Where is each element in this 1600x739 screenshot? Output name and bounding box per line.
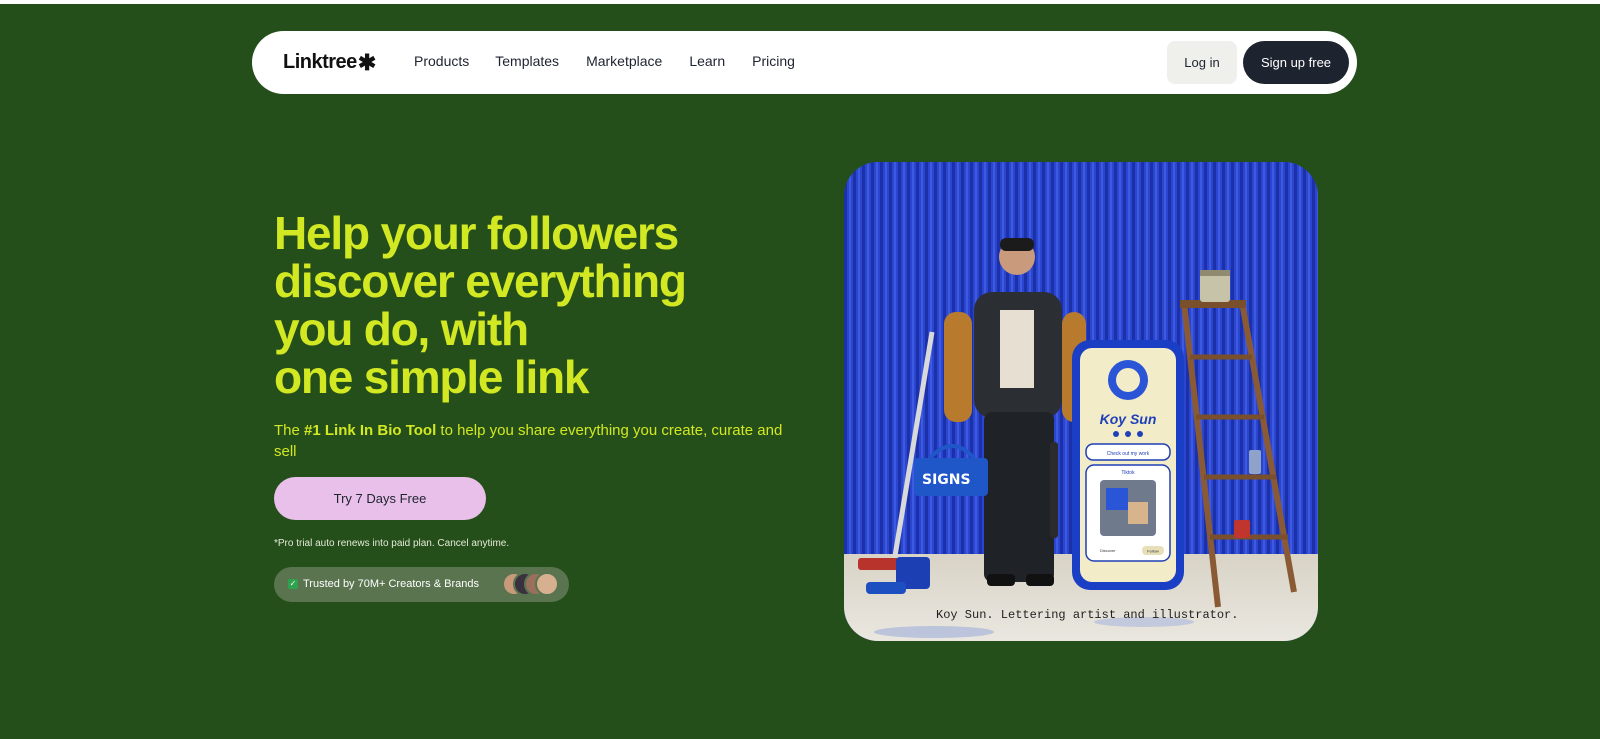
trial-disclaimer: *Pro trial auto renews into paid plan. C… <box>274 538 510 549</box>
top-navbar: Linktree ✱ Products Templates Marketplac… <box>252 31 1357 94</box>
try-free-button[interactable]: Try 7 Days Free <box>274 477 486 520</box>
phone-link-work: Check out my work <box>1107 451 1150 457</box>
phone-link-tiktok: Tiktok <box>1121 470 1135 476</box>
headline-line: Help your followers <box>274 207 679 259</box>
subtitle-highlight: #1 Link In Bio Tool <box>304 422 437 439</box>
hero-subtitle: The #1 Link In Bio Tool to help you shar… <box>274 420 784 462</box>
linktree-logo[interactable]: Linktree ✱ <box>283 51 376 74</box>
toolbox-label: SIGNS <box>922 472 971 488</box>
nav-link-marketplace[interactable]: Marketplace <box>586 53 662 69</box>
phone-follow-button: Follow <box>1147 549 1159 554</box>
checkmark-icon: ✓ <box>288 579 298 589</box>
photo-caption: Koy Sun. Lettering artist and illustrato… <box>936 608 1239 622</box>
nav-links: Products Templates Marketplace Learn Pri… <box>414 53 822 69</box>
photo-illustration: SIGNS Koy Sun Check out my work Tiktok D… <box>844 162 1318 641</box>
avatar <box>535 572 559 596</box>
page-background: Linktree ✱ Products Templates Marketplac… <box>0 4 1600 739</box>
nav-link-pricing[interactable]: Pricing <box>752 53 795 69</box>
headline-line: you do, with <box>274 303 529 355</box>
hero-headline: Help your followers discover everything … <box>274 209 794 401</box>
headline-line: one simple link <box>274 351 590 403</box>
phone-profile-name: Koy Sun <box>1100 411 1157 427</box>
login-button[interactable]: Log in <box>1167 41 1237 84</box>
nav-link-products[interactable]: Products <box>414 53 469 69</box>
asterisk-icon: ✱ <box>357 49 376 75</box>
creator-avatars <box>502 572 562 597</box>
nav-link-templates[interactable]: Templates <box>495 53 559 69</box>
phone-discover-text: Discover <box>1100 548 1116 553</box>
nav-link-learn[interactable]: Learn <box>689 53 725 69</box>
trust-badge: ✓ Trusted by 70M+ Creators & Brands <box>274 567 569 602</box>
signup-button[interactable]: Sign up free <box>1243 41 1349 84</box>
logo-text: Linktree <box>283 51 357 73</box>
hero-photo: SIGNS Koy Sun Check out my work Tiktok D… <box>844 162 1318 641</box>
subtitle-prefix: The <box>274 422 305 439</box>
trust-text: Trusted by 70M+ Creators & Brands <box>303 578 479 590</box>
headline-line: discover everything <box>274 255 687 307</box>
